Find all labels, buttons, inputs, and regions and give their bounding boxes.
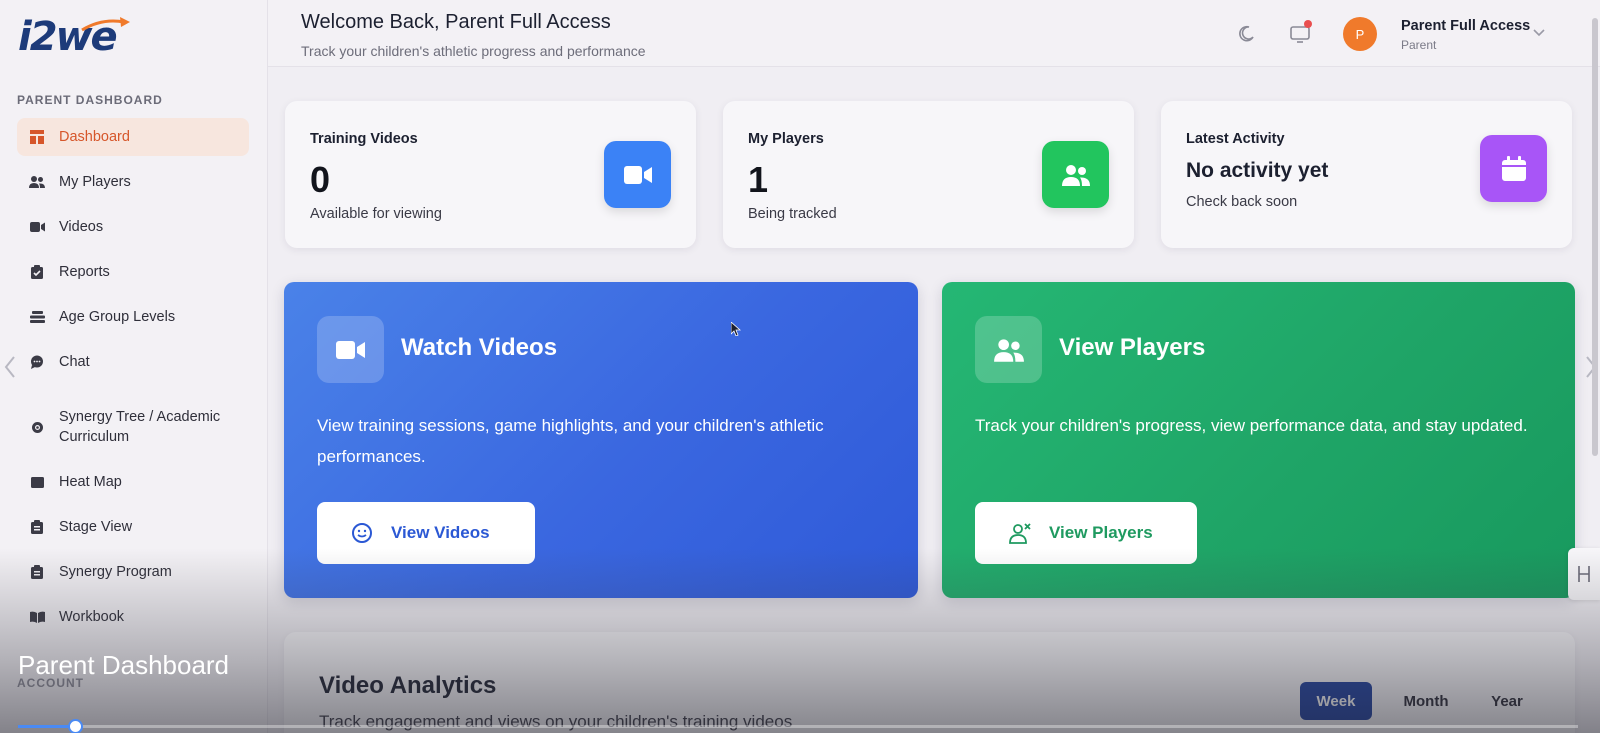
video-icon — [317, 316, 384, 383]
sidebar-item-stage-view[interactable]: Stage View — [17, 508, 249, 546]
sidebar-item-heat-map[interactable]: Heat Map — [17, 463, 249, 501]
avatar[interactable]: P — [1343, 17, 1377, 51]
video-icon — [29, 219, 45, 235]
stat-card-training-videos: Training Videos 0 Available for viewing — [285, 101, 696, 248]
clipboard-icon — [29, 519, 45, 535]
calendar-icon — [1480, 135, 1547, 202]
sidebar-item-videos[interactable]: Videos — [17, 208, 249, 246]
video-progress-handle[interactable] — [68, 719, 83, 733]
sidebar-item-label: Dashboard — [59, 129, 130, 145]
card-description: Track your children's progress, view per… — [975, 416, 1528, 435]
button-label: View Videos — [391, 523, 490, 542]
top-header: Welcome Back, Parent Full Access Track y… — [268, 0, 1600, 67]
brand-logo[interactable]: i2we — [18, 14, 130, 60]
book-icon — [29, 609, 45, 625]
video-icon — [604, 141, 671, 208]
chevron-left-icon[interactable] — [4, 356, 16, 384]
clipboard-icon — [29, 564, 45, 580]
video-analytics-card: Video Analytics Track engagement and vie… — [284, 632, 1575, 733]
clipboard-icon — [29, 264, 45, 280]
stat-value: No activity yet — [1186, 159, 1329, 182]
sidebar-item-label: Synergy Program — [59, 564, 172, 580]
users-icon — [975, 316, 1042, 383]
mouse-cursor-icon — [731, 322, 741, 336]
sidebar-item-label: Synergy Tree / Academic Curriculum — [59, 409, 221, 445]
overlay-caption: Parent Dashboard — [18, 650, 230, 680]
sidebar-item-label: Heat Map — [59, 474, 122, 490]
sidebar-section-label: PARENT DASHBOARD — [17, 93, 163, 107]
sidebar-item-my-players[interactable]: My Players — [17, 163, 249, 201]
stat-subtext: Check back soon — [1186, 194, 1298, 210]
user-role: Parent — [1401, 38, 1437, 52]
player-run-icon — [1007, 520, 1033, 546]
stat-subtext: Being tracked — [748, 206, 837, 222]
stat-label: My Players — [748, 131, 824, 147]
sidebar-item-synergy-program[interactable]: Synergy Program — [17, 553, 249, 591]
stat-card-my-players: My Players 1 Being tracked — [723, 101, 1134, 248]
sidebar-item-chat[interactable]: Chat — [17, 343, 249, 381]
users-icon — [1042, 141, 1109, 208]
page-title: Welcome Back, Parent Full Access — [301, 11, 611, 33]
card-description: View training sessions, game highlights,… — [317, 416, 824, 466]
dark-mode-toggle[interactable] — [1234, 22, 1258, 46]
stat-subtext: Available for viewing — [310, 206, 442, 222]
sidebar-item-label: Chat — [59, 354, 90, 370]
users-icon — [29, 174, 45, 190]
card-title: Watch Videos — [401, 334, 558, 361]
stat-label: Training Videos — [310, 131, 418, 147]
card-title: View Players — [1059, 334, 1206, 361]
analytics-title: Video Analytics — [319, 672, 497, 699]
stat-label: Latest Activity — [1186, 131, 1285, 147]
tools-icon — [1578, 566, 1590, 582]
moon-icon — [1239, 25, 1254, 42]
notifications-button[interactable] — [1288, 20, 1312, 46]
view-players-button[interactable]: View Players — [975, 502, 1197, 564]
chat-icon — [29, 354, 45, 370]
stat-value: 0 — [310, 159, 331, 200]
watch-videos-card: Watch Videos View training sessions, gam… — [284, 282, 918, 598]
page-subtitle: Track your children's athletic progress … — [301, 43, 646, 59]
heatmap-icon — [29, 474, 45, 490]
sidebar-item-label: My Players — [59, 174, 131, 190]
sidebar-item-label: Age Group Levels — [59, 309, 176, 325]
user-name[interactable]: Parent Full Access — [1401, 18, 1530, 34]
side-panel-tab[interactable] — [1568, 548, 1600, 600]
sidebar-item-label: Videos — [59, 219, 104, 235]
video-progress-track[interactable] — [18, 725, 1578, 728]
sidebar-item-workbook[interactable]: Workbook — [17, 598, 249, 636]
layers-icon — [29, 309, 45, 325]
view-players-card: View Players Track your children's progr… — [942, 282, 1575, 598]
sidebar-item-age-group-levels[interactable]: Age Group Levels — [17, 298, 249, 336]
sidebar-item-label: Workbook — [59, 609, 125, 625]
smile-icon — [349, 520, 375, 546]
page-scrollbar[interactable] — [1592, 18, 1598, 456]
sidebar-item-label: Stage View — [59, 519, 133, 535]
view-videos-button[interactable]: View Videos — [317, 502, 535, 564]
notification-dot — [1304, 20, 1312, 28]
range-year-button[interactable]: Year — [1478, 682, 1536, 720]
sidebar-item-reports[interactable]: Reports — [17, 253, 249, 291]
gear-icon — [29, 419, 45, 435]
sidebar-item-label: Reports — [59, 264, 110, 280]
dashboard-icon — [29, 129, 45, 145]
stat-card-latest-activity: Latest Activity No activity yet Check ba… — [1161, 101, 1572, 248]
button-label: View Players — [1049, 523, 1153, 542]
sidebar: i2we PARENT DASHBOARD Dashboard My Playe… — [0, 0, 268, 733]
range-month-button[interactable]: Month — [1394, 682, 1458, 720]
stat-value: 1 — [748, 159, 769, 200]
sidebar-item-dashboard[interactable]: Dashboard — [17, 118, 249, 156]
logo-arrow-icon — [81, 17, 130, 32]
range-week-button[interactable]: Week — [1300, 682, 1372, 720]
sidebar-item-synergy-tree[interactable]: Synergy Tree / Academic Curriculum — [17, 403, 249, 451]
analytics-subtitle: Track engagement and views on your child… — [319, 712, 793, 731]
chevron-down-icon[interactable] — [1533, 24, 1545, 40]
